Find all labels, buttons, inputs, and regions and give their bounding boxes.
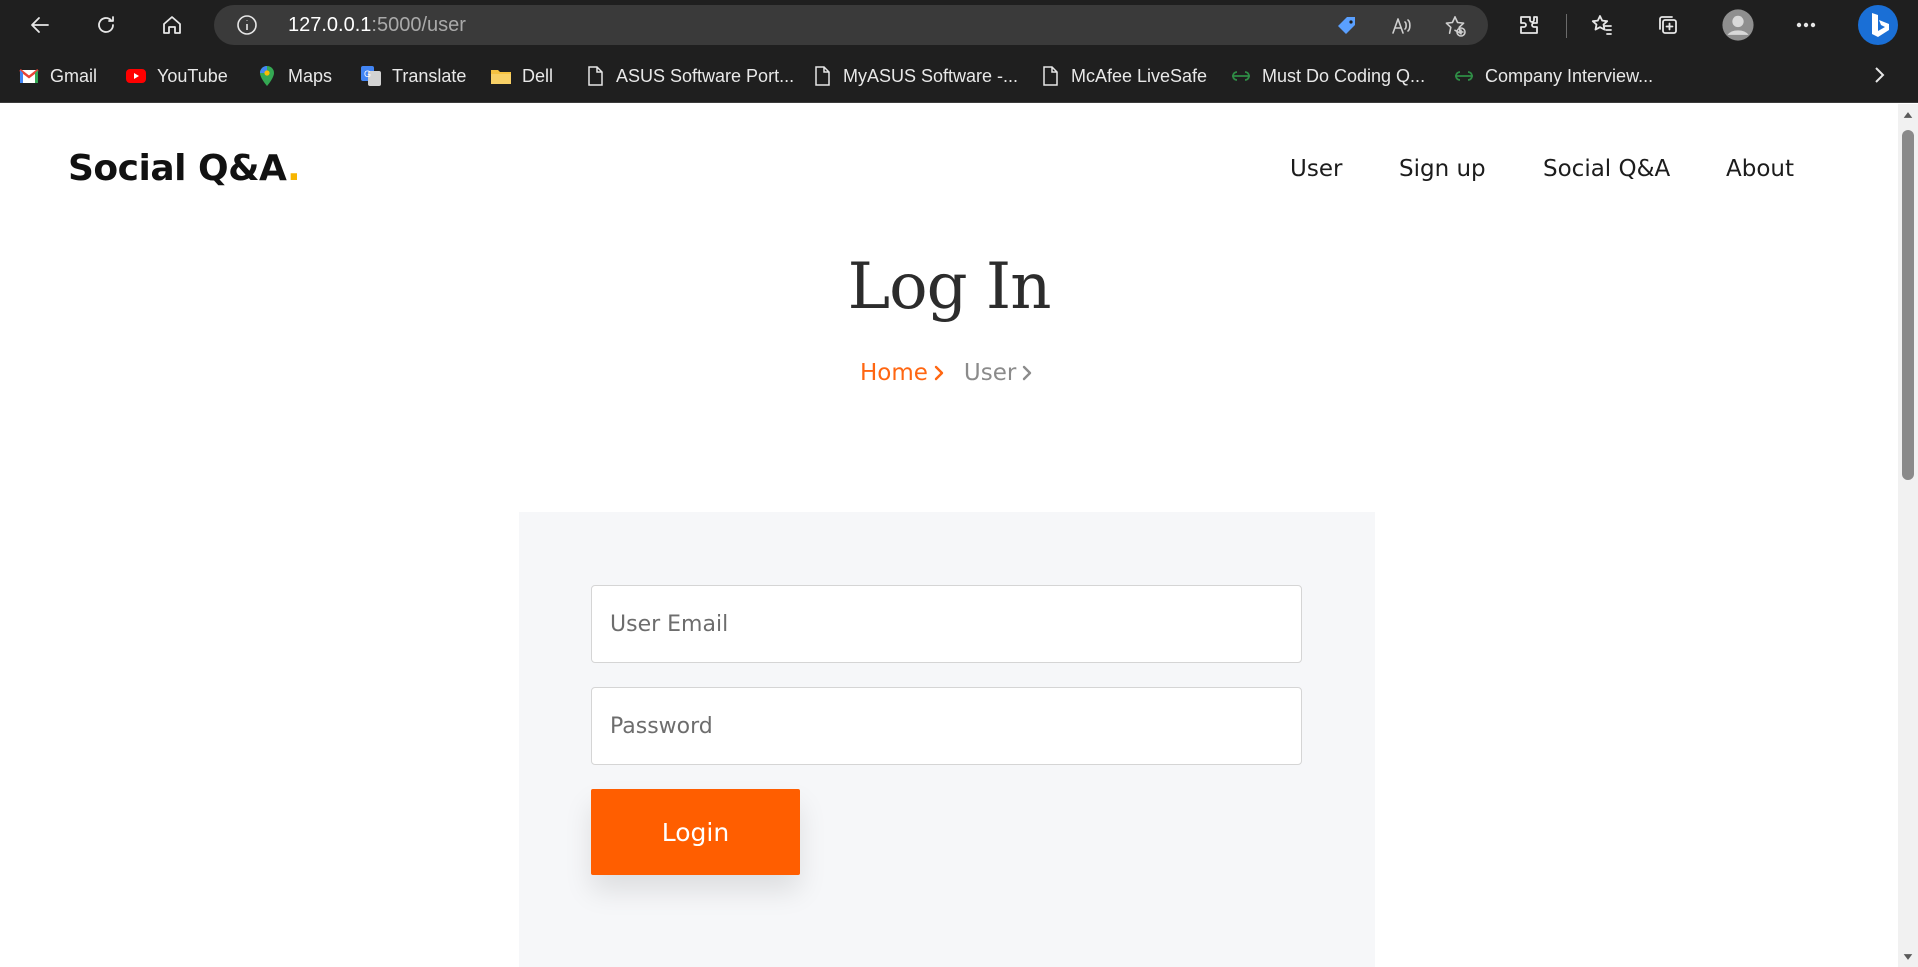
bookmark-label: MyASUS Software -... (843, 65, 1019, 86)
bookmark-youtube[interactable]: YouTube (125, 63, 228, 89)
youtube-icon (125, 65, 147, 87)
email-field[interactable] (591, 585, 1302, 663)
breadcrumb-current-label: User (963, 360, 1017, 386)
site-logo[interactable]: Social Q&A. (68, 148, 301, 189)
site-info-icon[interactable] (236, 14, 258, 36)
scroll-up-arrow-icon[interactable] (1900, 108, 1916, 122)
reload-button[interactable] (88, 7, 124, 43)
page-icon (811, 65, 833, 87)
url-host: 127.0.0.1 (288, 14, 372, 36)
extensions-button[interactable] (1511, 7, 1547, 43)
bookmark-label: Gmail (50, 65, 98, 86)
more-menu-button[interactable] (1788, 7, 1824, 43)
page-icon (1039, 65, 1061, 87)
back-arrow-icon (31, 17, 49, 33)
bookmark-myasus[interactable]: MyASUS Software -... (811, 63, 1018, 89)
read-aloud-icon[interactable] (1388, 13, 1414, 39)
nav-user[interactable]: User (1290, 156, 1342, 182)
password-field[interactable] (591, 687, 1302, 765)
translate-icon: G (360, 65, 382, 87)
scrollbar-thumb[interactable] (1902, 130, 1914, 480)
bookmark-gmail[interactable]: Gmail (18, 63, 97, 89)
gmail-icon (18, 65, 40, 87)
bookmark-label: McAfee LiveSafe (1071, 65, 1208, 86)
nav-about[interactable]: About (1726, 156, 1794, 182)
breadcrumb-home[interactable]: Home (860, 360, 946, 386)
bookmark-translate[interactable]: G Translate (360, 63, 466, 89)
page-icon (584, 65, 606, 87)
more-dots-icon (1796, 22, 1816, 28)
reload-icon (98, 16, 114, 33)
page-title: Log In (847, 250, 1052, 324)
puzzle-icon (1520, 16, 1538, 34)
bookmark-company-interview[interactable]: Company Interview... (1453, 63, 1653, 89)
browser-toolbar: 127.0.0.1:5000/user (0, 0, 1918, 50)
gfg-icon (1453, 65, 1475, 87)
collections-icon (1659, 16, 1677, 34)
bookmark-label: Must Do Coding Q... (1262, 65, 1426, 86)
login-button[interactable]: Login (591, 789, 800, 875)
bookmark-label: Translate (392, 65, 467, 86)
bookmark-label: Dell (522, 65, 554, 86)
favorites-button[interactable] (1584, 7, 1620, 43)
address-bar[interactable]: 127.0.0.1:5000/user (214, 5, 1488, 45)
folder-icon (490, 65, 512, 87)
coupon-tag-icon[interactable] (1334, 13, 1360, 39)
bookmarks-bar: Gmail YouTube Maps G Translate Dell ASUS… (0, 50, 1918, 103)
profile-button[interactable] (1720, 7, 1756, 43)
bookmark-label: Maps (288, 65, 333, 86)
bookmark-label: Company Interview... (1485, 65, 1654, 86)
svg-text:G: G (364, 69, 371, 79)
url-path: :5000/user (371, 14, 466, 36)
chevron-right-icon (934, 365, 944, 381)
home-button[interactable] (154, 7, 190, 43)
bing-icon (1858, 5, 1898, 45)
bookmark-label: ASUS Software Port... (616, 65, 795, 86)
avatar-icon (1722, 9, 1754, 41)
chevron-right-icon (1875, 67, 1885, 83)
logo-dot: . (287, 148, 301, 189)
nav-social-qa[interactable]: Social Q&A (1543, 156, 1670, 182)
home-icon (163, 16, 181, 34)
toolbar-separator (1566, 14, 1567, 38)
maps-icon (256, 65, 278, 87)
url-text[interactable]: 127.0.0.1:5000/user (288, 14, 466, 37)
back-button[interactable] (22, 7, 58, 43)
bookmark-dell[interactable]: Dell (490, 63, 553, 89)
bookmark-label: YouTube (157, 65, 228, 86)
gfg-icon (1230, 65, 1252, 87)
breadcrumb-home-label: Home (860, 360, 928, 386)
bookmark-asus[interactable]: ASUS Software Port... (584, 63, 794, 89)
add-favorite-icon[interactable] (1442, 13, 1468, 39)
breadcrumb: Home User (860, 360, 1034, 386)
bookmark-mcafee[interactable]: McAfee LiveSafe (1039, 63, 1207, 89)
nav-sign-up[interactable]: Sign up (1399, 156, 1486, 182)
bing-copilot-button[interactable] (1856, 3, 1900, 47)
bookmark-maps[interactable]: Maps (256, 63, 332, 89)
breadcrumb-current: User (964, 360, 1034, 386)
favorites-icon (1591, 15, 1612, 35)
chevron-right-icon (1023, 365, 1032, 381)
scroll-down-arrow-icon[interactable] (1900, 950, 1916, 964)
collections-button[interactable] (1650, 7, 1686, 43)
bookmark-must-do-coding[interactable]: Must Do Coding Q... (1230, 63, 1425, 89)
logo-text: Social Q&A (68, 148, 288, 189)
bookmarks-overflow-button[interactable] (1870, 63, 1890, 87)
